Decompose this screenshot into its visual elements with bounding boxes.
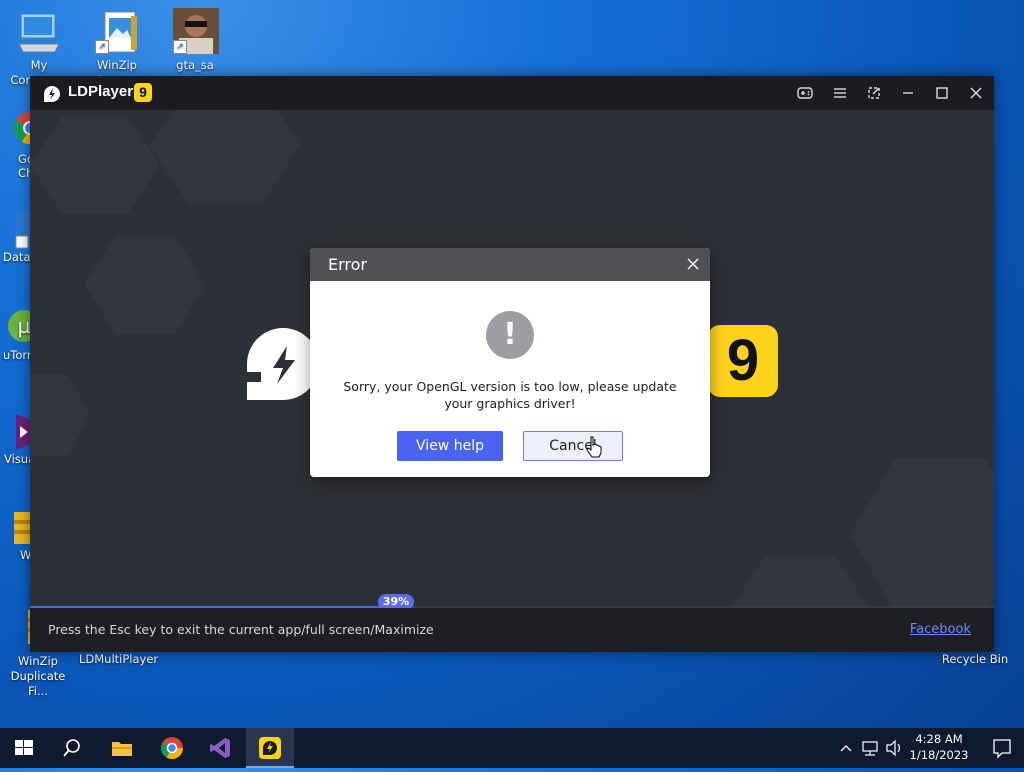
close-icon [970,87,982,99]
winzip-image-icon: ↗ [93,8,141,56]
background-hexagon [85,235,205,335]
desktop-icon-recycle-bin[interactable]: Recycle Bin [937,652,1013,667]
action-center-button[interactable] [980,728,1024,768]
background-hexagon [30,374,90,456]
desktop-icon-label: Recycle Bin [941,652,1009,666]
taskbar-search-button[interactable] [48,728,96,768]
maximize-icon [936,87,948,99]
gamepad-button[interactable] [788,76,822,110]
menu-button[interactable] [823,76,857,110]
visual-studio-icon [210,738,230,758]
minimize-icon [903,92,913,94]
background-hexagon [850,458,994,612]
notification-icon [993,739,1011,759]
resize-button[interactable] [857,76,891,110]
error-message: Sorry, your OpenGL version is too low, p… [343,379,677,411]
desktop-icon-label: WinZip Duplicate Fi... [10,654,66,698]
taskbar: 4:28 AM 1/18/2023 [0,728,1024,768]
warning-icon: ! [486,311,534,359]
close-button[interactable] [959,76,993,110]
ldplayer-titlebar[interactable]: LDPlayer 9 [30,76,994,110]
cancel-button[interactable]: Cancel [523,431,623,461]
ldplayer-title: LDPlayer [68,83,134,100]
desktop-icon-ldmultiplayer[interactable]: LDMultiPlayer [79,652,159,667]
chevron-up-icon[interactable] [838,728,854,768]
taskbar-chrome[interactable] [148,728,196,768]
hand-cursor-icon [586,436,602,458]
computer-icon [15,8,63,56]
search-icon [63,739,80,757]
menu-icon [834,88,846,98]
taskbar-ldplayer[interactable] [246,728,294,768]
facebook-link[interactable]: Facebook [910,622,971,637]
view-help-button[interactable]: View help [397,431,503,461]
error-dialog: Error ! Sorry, your OpenGL version is to… [310,248,710,477]
maximize-button[interactable] [925,76,959,110]
error-dialog-titlebar[interactable]: Error [310,248,710,281]
error-dialog-close-button[interactable] [682,253,704,275]
clock-time: 4:28 AM [915,732,963,746]
ldplayer-version-badge: 9 [134,83,152,102]
chrome-icon [161,737,183,759]
background-hexagon [150,110,300,204]
taskbar-visual-studio[interactable] [196,728,244,768]
taskbar-file-explorer[interactable] [98,728,146,768]
gta-sa-icon: ↗ [171,8,219,56]
desktop-icon-label: LDMultiPlayer [79,652,159,666]
desktop-icon-gta-sa[interactable]: ↗ gta_sa [157,8,233,73]
esc-hint-text: Press the Esc key to exit the current ap… [48,622,434,637]
gamepad-icon [797,87,813,99]
error-dialog-title: Error [328,255,367,274]
shortcut-arrow-icon: ↗ [173,40,187,54]
ldplayer-icon [259,737,281,759]
start-button[interactable] [0,728,48,768]
desktop-icon-label: gta_sa [176,58,214,72]
network-icon[interactable] [860,728,880,768]
close-icon [687,258,699,270]
ldplayer-splash-badge: 9 [708,325,778,397]
resize-icon [868,87,880,99]
ldplayer-logo-icon [44,86,60,102]
svg-text:µ: µ [18,314,31,338]
background-hexagon [30,115,160,215]
shortcut-arrow-icon: ↗ [95,40,109,54]
ldplayer-footer: Press the Esc key to exit the current ap… [30,608,994,652]
minimize-button[interactable] [891,76,925,110]
start-icon [15,740,33,755]
file-explorer-icon [112,742,132,756]
taskbar-clock[interactable]: 4:28 AM 1/18/2023 [900,731,978,763]
clock-date: 1/18/2023 [909,748,969,762]
